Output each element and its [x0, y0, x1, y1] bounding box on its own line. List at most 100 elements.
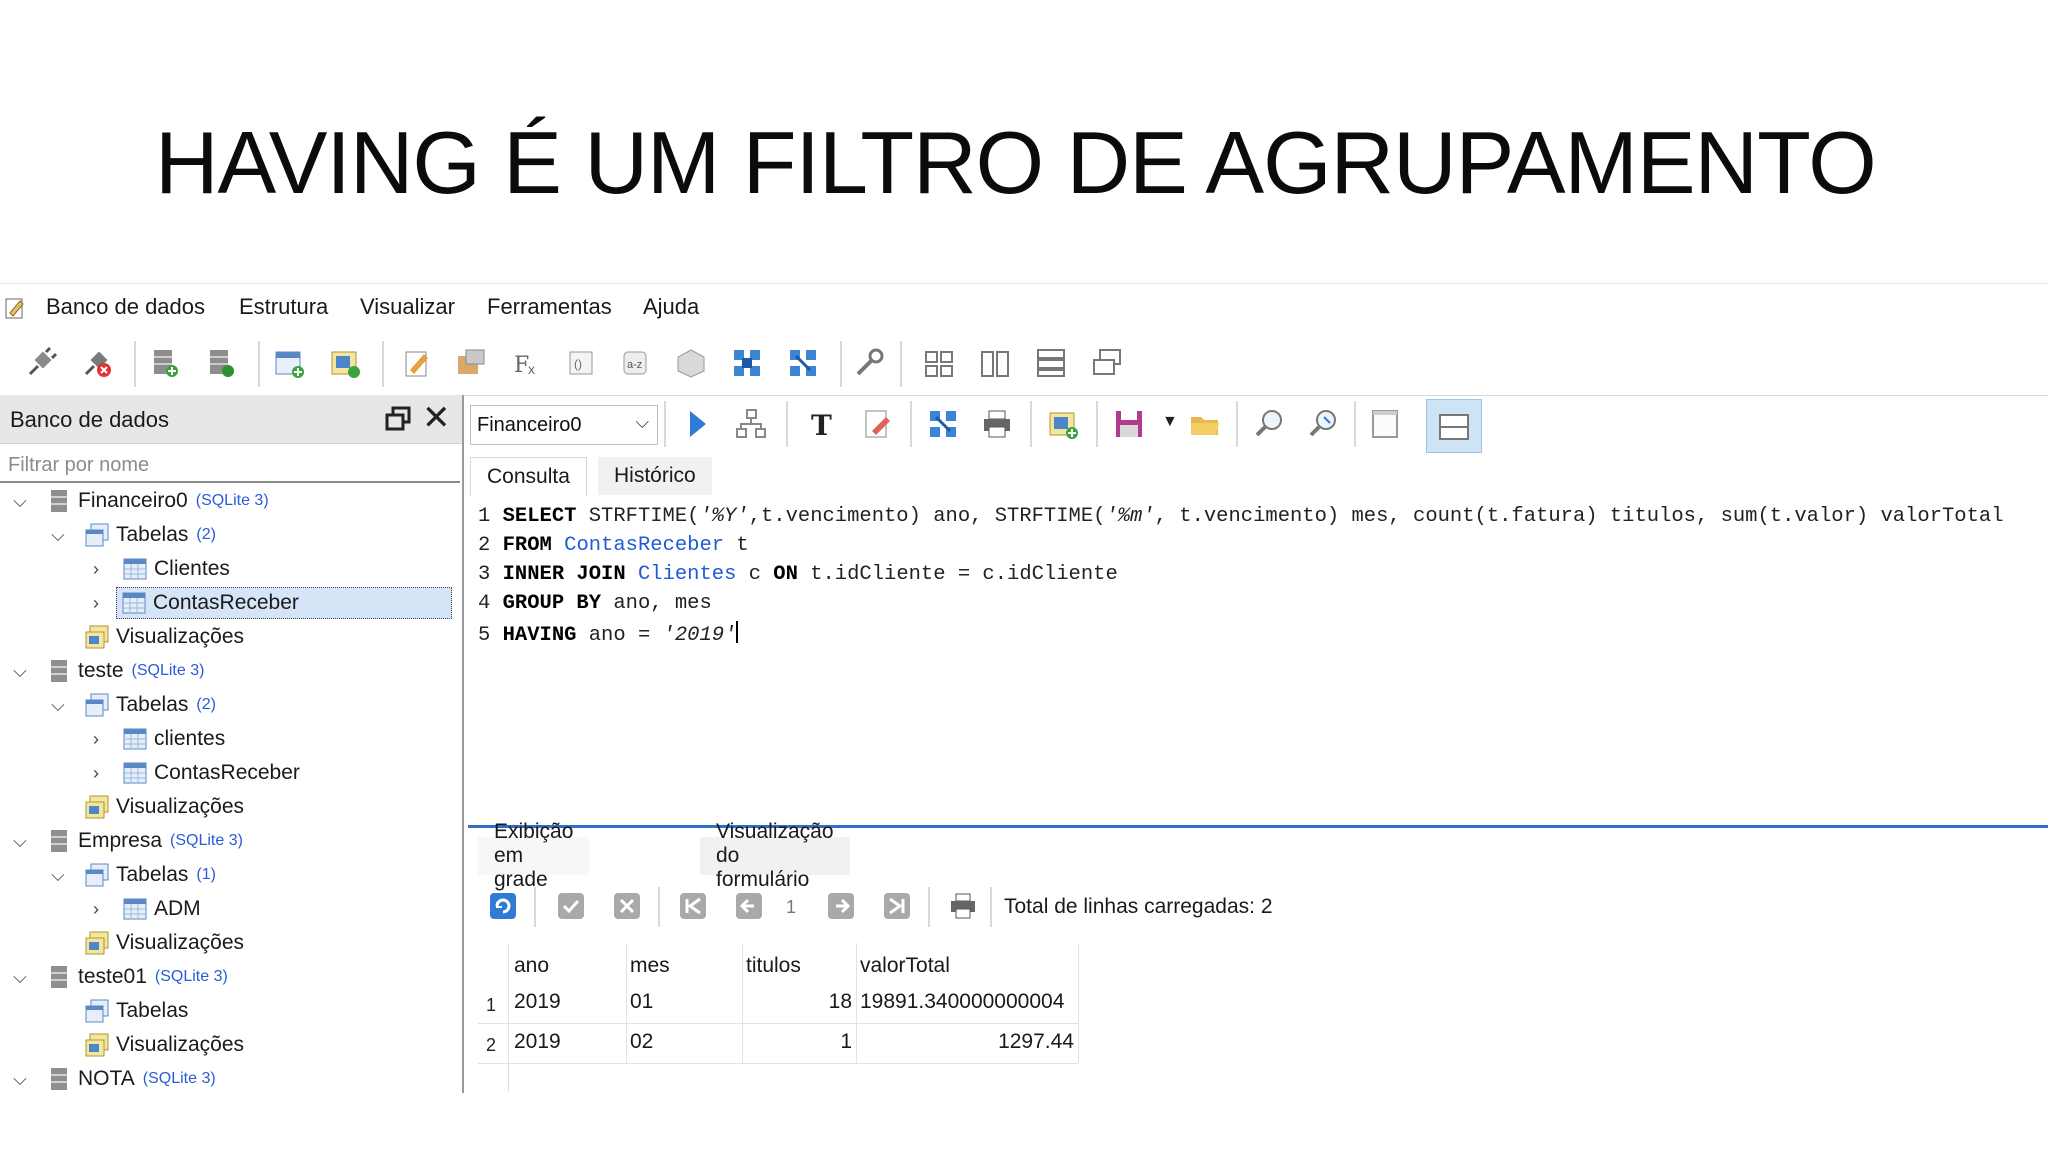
tab-form-view[interactable]: Visualização do formulário [700, 820, 850, 891]
create-view-icon[interactable] [1046, 407, 1080, 441]
chevron-down-icon[interactable]: ⌵ [10, 491, 30, 512]
last-page-icon[interactable] [882, 891, 912, 921]
chevron-down-icon[interactable]: ⌵ [10, 661, 30, 682]
chevron-down-icon[interactable]: ⌵ [10, 967, 30, 988]
selected-item[interactable]: ContasReceber [116, 587, 452, 619]
collation-icon[interactable]: () [564, 346, 598, 380]
find-icon[interactable] [1252, 407, 1286, 441]
function-icon[interactable]: Fx [510, 346, 544, 380]
trigger-icon[interactable] [454, 346, 488, 380]
save-dropdown-icon[interactable]: ▼ [1162, 413, 1178, 431]
tile-vertical-icon[interactable] [978, 346, 1012, 380]
tree-node-contasreceber[interactable]: › ContasReceber [86, 587, 452, 619]
sort-icon[interactable]: a-z [618, 346, 652, 380]
import-icon[interactable] [730, 346, 764, 380]
menu-ajuda[interactable]: Ajuda [643, 294, 699, 320]
add-table-icon[interactable] [272, 346, 306, 380]
tree-node-nota[interactable]: ⌵ NOTA (SQLite 3) [10, 1063, 216, 1095]
connect-icon[interactable] [24, 346, 58, 380]
table-cell[interactable]: 02 [630, 1023, 653, 1061]
tree-node-tabelas[interactable]: ⌵ Tabelas (1) [48, 859, 216, 891]
database-select[interactable]: Financeiro0 ⌵ [470, 405, 658, 445]
tree-node-tabelas[interactable]: ⌵ Tabelas (2) [48, 689, 216, 721]
tree-node-clientes[interactable]: › Clientes [86, 553, 230, 585]
restore-panel-icon[interactable] [384, 405, 412, 433]
chevron-right-icon[interactable]: › [86, 593, 106, 614]
tree-node-adm[interactable]: › ADM [86, 893, 201, 925]
previous-page-icon[interactable] [734, 891, 764, 921]
tree-node-visualizacoes[interactable]: Visualizações [84, 1029, 244, 1061]
tile-horizontal-icon[interactable] [1034, 346, 1068, 380]
results-in-tab-icon[interactable] [1368, 407, 1402, 441]
commit-icon[interactable] [556, 891, 586, 921]
tree-node-teste[interactable]: ⌵ teste (SQLite 3) [10, 655, 204, 687]
tree-node-tabelas[interactable]: ⌵ Tabelas (2) [48, 519, 216, 551]
wrench-icon[interactable] [852, 346, 886, 380]
next-page-icon[interactable] [826, 891, 856, 921]
tile-icon[interactable] [922, 346, 956, 380]
close-panel-icon[interactable]: ✕ [422, 401, 451, 435]
table-cell[interactable]: 01 [630, 983, 653, 1021]
print-results-icon[interactable] [948, 891, 978, 921]
table-cell[interactable]: 2019 [514, 983, 561, 1021]
edit-database-icon[interactable] [204, 346, 238, 380]
first-page-icon[interactable] [678, 891, 708, 921]
tree-node-contasreceber[interactable]: › ContasReceber [86, 757, 300, 789]
splitter[interactable] [468, 825, 2048, 828]
page-number[interactable]: 1 [786, 897, 796, 918]
execute-query-icon[interactable] [680, 407, 714, 441]
tree-node-clientes[interactable]: › clientes [86, 723, 225, 755]
menu-banco-de-dados[interactable]: Banco de dados [46, 294, 205, 320]
tree-node-financeiro0[interactable]: ⌵ Financeiro0 (SQLite 3) [10, 485, 269, 517]
chevron-down-icon[interactable]: ⌵ [10, 1069, 30, 1090]
column-header[interactable]: mes [630, 947, 670, 985]
results-below-toggle[interactable] [1426, 399, 1482, 453]
table-cell[interactable]: 2019 [514, 1023, 561, 1061]
tab-consulta[interactable]: Consulta [470, 457, 587, 496]
chevron-right-icon[interactable]: › [86, 729, 106, 750]
print-icon[interactable] [980, 407, 1014, 441]
tree-node-tabelas[interactable]: Tabelas [84, 995, 188, 1027]
clear-editor-icon[interactable] [860, 407, 894, 441]
add-database-icon[interactable] [148, 346, 182, 380]
refresh-icon[interactable] [488, 891, 518, 921]
disconnect-icon[interactable] [80, 346, 114, 380]
open-sql-icon[interactable] [1188, 407, 1222, 441]
chevron-right-icon[interactable]: › [86, 559, 106, 580]
tree-node-empresa[interactable]: ⌵ Empresa (SQLite 3) [10, 825, 243, 857]
export-icon[interactable] [786, 346, 820, 380]
sql-editor[interactable]: 1 SELECT STRFTIME('%Y',t.vencimento) ano… [470, 497, 2048, 825]
table-cell[interactable]: 1 [742, 1023, 852, 1061]
menu-visualizar[interactable]: Visualizar [360, 294, 455, 320]
chevron-right-icon[interactable]: › [86, 899, 106, 920]
tab-historico[interactable]: Histórico [598, 457, 712, 495]
table-cell[interactable]: 19891.340000000004 [860, 983, 1064, 1021]
chevron-down-icon[interactable]: ⌵ [48, 525, 68, 546]
extension-icon[interactable] [674, 346, 708, 380]
chevron-right-icon[interactable]: › [86, 763, 106, 784]
cascade-icon[interactable] [1090, 346, 1124, 380]
tree-node-teste01[interactable]: ⌵ teste01 (SQLite 3) [10, 961, 228, 993]
format-sql-icon[interactable]: T [806, 407, 840, 441]
rollback-icon[interactable] [612, 891, 642, 921]
menu-estrutura[interactable]: Estrutura [239, 294, 328, 320]
table-cell[interactable]: 1297.44 [860, 1023, 1074, 1061]
save-sql-icon[interactable] [1112, 407, 1146, 441]
tree-node-visualizacoes[interactable]: Visualizações [84, 621, 244, 653]
chevron-down-icon[interactable]: ⌵ [10, 831, 30, 852]
column-header[interactable]: ano [514, 947, 549, 985]
find-replace-icon[interactable] [1306, 407, 1340, 441]
tree-node-visualizacoes[interactable]: Visualizações [84, 927, 244, 959]
add-view-icon[interactable] [328, 346, 362, 380]
column-header[interactable]: titulos [746, 947, 801, 985]
table-cell[interactable]: 18 [742, 983, 852, 1021]
tree-node-visualizacoes[interactable]: Visualizações [84, 791, 244, 823]
chevron-down-icon[interactable]: ⌵ [48, 865, 68, 886]
chevron-down-icon[interactable]: ⌵ [48, 695, 68, 716]
explain-query-icon[interactable] [734, 407, 768, 441]
filter-input[interactable] [6, 453, 450, 478]
column-header[interactable]: valorTotal [860, 947, 950, 985]
menu-ferramentas[interactable]: Ferramentas [487, 294, 612, 320]
export-results-icon[interactable] [926, 407, 960, 441]
tab-grid-view[interactable]: Exibição em grade [478, 820, 590, 891]
